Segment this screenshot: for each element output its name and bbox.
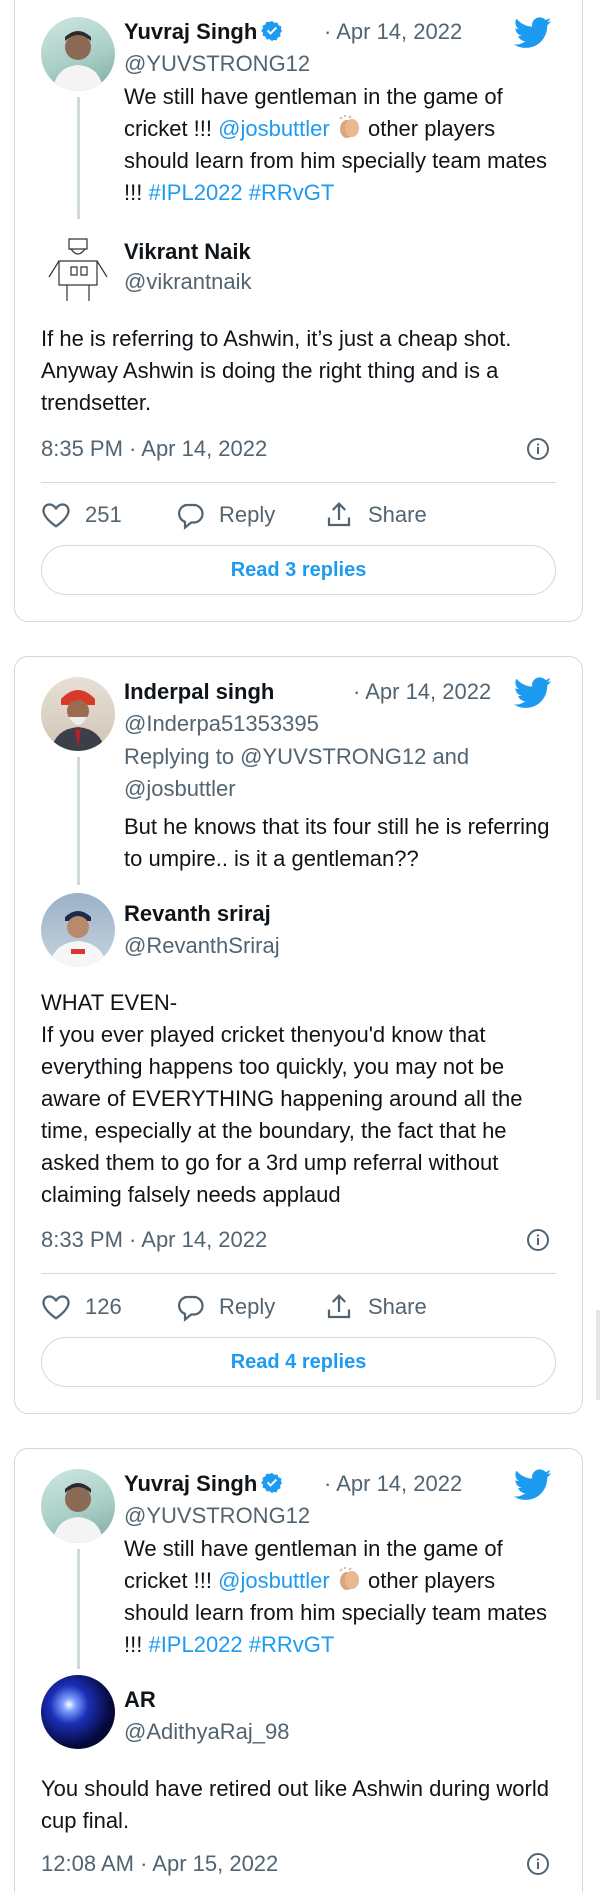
clapping-hands-icon — [339, 1567, 359, 1590]
author-handle[interactable]: @AdithyaRaj_98 — [124, 1719, 289, 1745]
hashtag-link[interactable]: #RRvGT — [249, 180, 335, 205]
author-handle[interactable]: @vikrantnaik — [124, 269, 252, 295]
author-handle[interactable]: @Inderpa51353395 — [124, 711, 319, 737]
tweet-card[interactable]: Yuvraj Singh · Apr 14, 2022 @YUVSTRONG12… — [14, 1448, 583, 1892]
hashtag-link[interactable]: #RRvGT — [249, 1632, 335, 1657]
avatar[interactable] — [41, 1675, 115, 1749]
share-button[interactable]: Share — [324, 1287, 427, 1327]
action-bar: 126 Reply Share — [41, 1287, 556, 1327]
reply-button[interactable]: Reply — [175, 495, 275, 535]
reply-icon — [178, 1295, 204, 1322]
thread-line — [77, 97, 80, 219]
author-name[interactable]: Yuvraj Singh — [124, 1471, 283, 1497]
author-name[interactable]: AR — [124, 1687, 156, 1713]
mention-link[interactable]: @josbuttler — [218, 1568, 330, 1593]
author-handle[interactable]: @RevanthSriraj — [124, 933, 280, 959]
like-button[interactable]: 251 — [41, 495, 122, 535]
verified-badge-icon — [261, 20, 283, 42]
like-count: 126 — [85, 1294, 122, 1319]
author-handle[interactable]: @YUVSTRONG12 — [124, 51, 310, 77]
heart-icon — [42, 1295, 70, 1320]
verified-badge-icon — [261, 1472, 283, 1494]
replying-to[interactable]: Replying to @YUVSTRONG12 and @josbuttler — [124, 741, 524, 805]
action-bar: 251 Reply Share — [41, 495, 556, 535]
tweet-text: If you ever played cricket thenyou'd kno… — [41, 1022, 523, 1207]
author-name[interactable]: Inderpal singh — [124, 679, 274, 705]
tweet-text-line: WHAT EVEN- — [41, 990, 178, 1015]
reply-button[interactable]: Reply — [175, 1287, 275, 1327]
info-icon[interactable] — [526, 1852, 550, 1876]
info-icon[interactable] — [526, 437, 550, 461]
divider — [41, 482, 556, 483]
person-photo-icon — [49, 911, 107, 967]
person-photo-icon — [51, 690, 105, 751]
tweet-text: But he knows that its four still he is r… — [124, 814, 550, 871]
hashtag-link[interactable]: #IPL2022 — [148, 180, 242, 205]
tweet-text: If he is referring to Ashwin, it’s just … — [41, 326, 512, 415]
tweet-date: · Apr 14, 2022 — [324, 1471, 463, 1496]
person-photo-icon — [53, 1483, 103, 1543]
tweet-date: · Apr 14, 2022 — [353, 679, 492, 704]
read-replies-button[interactable]: Read 3 replies — [41, 545, 556, 595]
scrollbar[interactable] — [596, 1310, 600, 1400]
avatar[interactable] — [41, 1469, 115, 1543]
tweet-card[interactable]: Inderpal singh · Apr 14, 2022 @Inderpa51… — [14, 656, 583, 1414]
person-photo-icon — [53, 31, 103, 91]
avatar[interactable] — [41, 17, 115, 91]
tweet-card[interactable]: Yuvraj Singh · Apr 14, 2022 @YUVSTRONG12… — [14, 0, 583, 622]
share-button[interactable]: Share — [324, 495, 427, 535]
clapping-hands-icon — [339, 115, 359, 138]
reply-icon — [178, 503, 204, 530]
thread-line — [77, 757, 80, 885]
like-count: 251 — [85, 502, 122, 527]
read-replies-button[interactable]: Read 4 replies — [41, 1337, 556, 1387]
tweet-text: We still have gentleman in the game of c… — [124, 84, 548, 205]
sketch-avatar-icon — [48, 238, 108, 301]
hashtag-link[interactable]: #IPL2022 — [148, 1632, 242, 1657]
mention-link[interactable]: @josbuttler — [218, 116, 330, 141]
author-handle[interactable]: @YUVSTRONG12 — [124, 1503, 310, 1529]
avatar[interactable] — [41, 231, 115, 305]
divider — [41, 1273, 556, 1274]
info-icon[interactable] — [526, 1228, 550, 1252]
twitter-bird-icon[interactable] — [514, 1469, 552, 1501]
author-name[interactable]: Yuvraj Singh — [124, 19, 283, 45]
tweet-text: We still have gentleman in the game of c… — [124, 1536, 548, 1657]
share-icon — [327, 1294, 351, 1319]
thread-line — [77, 1549, 80, 1669]
twitter-bird-icon[interactable] — [514, 17, 552, 49]
tweet-timestamp[interactable]: 12:08 AM · Apr 15, 2022 — [41, 1851, 278, 1877]
twitter-bird-icon[interactable] — [514, 677, 552, 709]
share-icon — [327, 502, 351, 527]
tweet-timestamp[interactable]: 8:35 PM · Apr 14, 2022 — [41, 436, 267, 462]
tweet-timestamp[interactable]: 8:33 PM · Apr 14, 2022 — [41, 1227, 267, 1253]
tweet-date: · Apr 14, 2022 — [324, 19, 463, 44]
tweet-text: You should have retired out like Ashwin … — [41, 1776, 549, 1833]
heart-icon — [42, 503, 70, 528]
author-name[interactable]: Revanth sriraj — [124, 901, 271, 927]
author-name[interactable]: Vikrant Naik — [124, 239, 251, 265]
like-button[interactable]: 126 — [41, 1287, 122, 1327]
avatar[interactable] — [41, 677, 115, 751]
avatar[interactable] — [41, 893, 115, 967]
